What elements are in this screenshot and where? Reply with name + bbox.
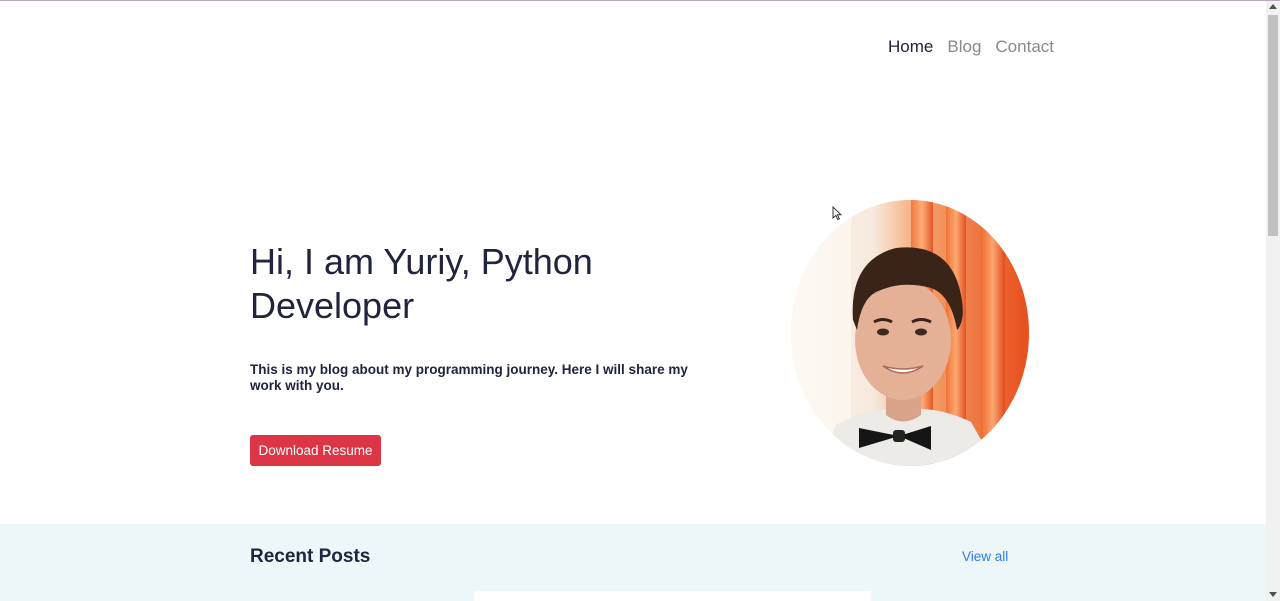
hero-subtitle: This is my blog about my programming jou…: [250, 362, 688, 393]
page: Home Blog Contact Hi, I am Yuriy, Python…: [0, 1, 1266, 601]
scrollbar-thumb[interactable]: [1268, 15, 1278, 236]
scroll-up-arrow-icon[interactable]: [1269, 4, 1277, 9]
post-card[interactable]: [474, 591, 871, 601]
avatar: [791, 200, 1029, 466]
recent-posts-section: Recent Posts View all: [0, 524, 1266, 601]
mouse-cursor-icon: [832, 206, 842, 221]
nav-item-contact[interactable]: Contact: [995, 37, 1054, 57]
vertical-scrollbar[interactable]: [1266, 1, 1280, 601]
hero-title: Hi, I am Yuriy, Python Developer: [250, 241, 593, 326]
nav-item-blog[interactable]: Blog: [947, 37, 981, 57]
view-all-link[interactable]: View all: [962, 549, 1008, 564]
profile-photo: [791, 200, 1029, 466]
download-resume-button[interactable]: Download Resume: [250, 435, 381, 466]
scroll-down-arrow-icon[interactable]: [1269, 592, 1277, 597]
recent-posts-title: Recent Posts: [250, 546, 371, 567]
nav-item-home[interactable]: Home: [888, 37, 933, 57]
main-nav: Home Blog Contact: [888, 37, 1054, 57]
